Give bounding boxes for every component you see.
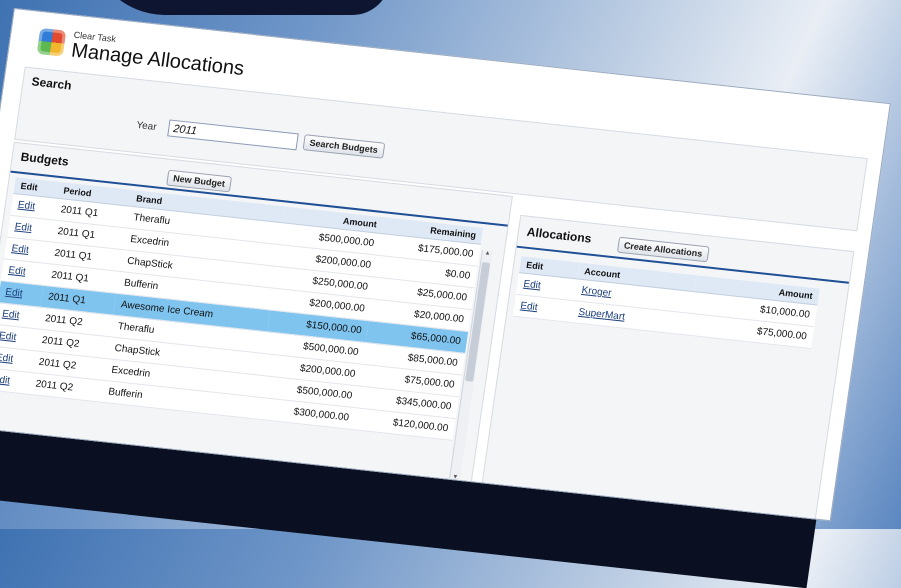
account-link[interactable]: SuperMart bbox=[578, 307, 626, 323]
edit-link[interactable]: Edit bbox=[1, 309, 20, 322]
year-input[interactable] bbox=[167, 119, 299, 151]
edit-link[interactable]: Edit bbox=[520, 300, 539, 313]
budgets-table: Edit Period Brand Amount Remaining Edit … bbox=[0, 177, 484, 441]
app-window: Clear Task Manage Allocations Search Yea… bbox=[0, 8, 891, 522]
budgets-section-title: Budgets bbox=[19, 149, 70, 169]
edit-link[interactable]: Edit bbox=[0, 352, 14, 365]
clear-task-logo-icon bbox=[36, 27, 67, 57]
allocations-table: Edit Account Amount Edit Kroger $10,000.… bbox=[512, 256, 820, 350]
edit-link[interactable]: Edit bbox=[0, 374, 11, 387]
backdrop-arc bbox=[90, 0, 390, 15]
edit-link[interactable]: Edit bbox=[523, 279, 542, 292]
allocations-section-title: Allocations bbox=[526, 224, 593, 246]
edit-link[interactable]: Edit bbox=[17, 200, 36, 213]
search-budgets-button[interactable]: Search Budgets bbox=[302, 134, 385, 159]
edit-link[interactable]: Edit bbox=[8, 265, 27, 278]
allocations-section: Allocations Create Allocations Edit Acco… bbox=[480, 214, 855, 522]
scroll-up-arrow-icon[interactable]: ▲ bbox=[482, 250, 493, 257]
edit-link[interactable]: Edit bbox=[11, 243, 30, 256]
edit-link[interactable]: Edit bbox=[5, 287, 24, 300]
scroll-down-arrow-icon[interactable]: ▼ bbox=[450, 474, 461, 481]
edit-link[interactable]: Edit bbox=[14, 221, 33, 234]
year-label: Year bbox=[135, 119, 158, 134]
search-section-title: Search bbox=[30, 74, 73, 93]
account-link[interactable]: Kroger bbox=[581, 285, 612, 299]
edit-link[interactable]: Edit bbox=[0, 330, 17, 343]
